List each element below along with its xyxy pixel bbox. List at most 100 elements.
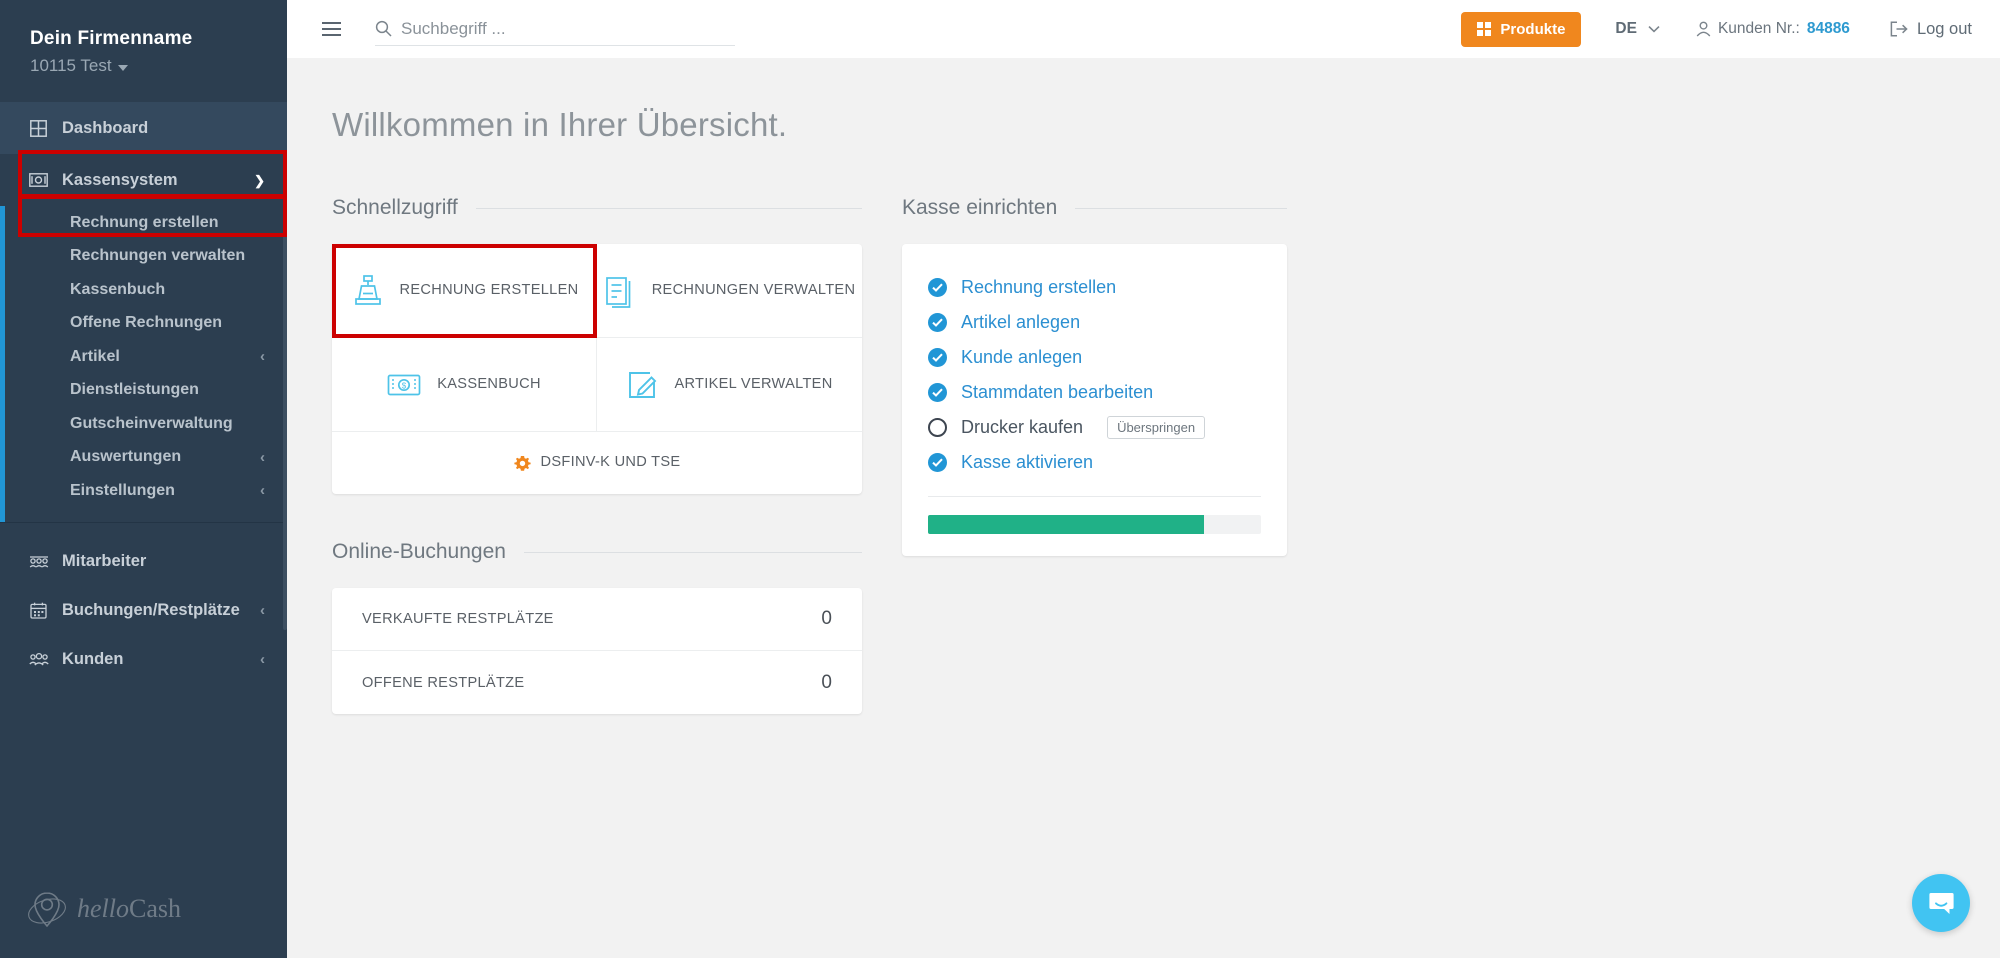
customer-number-value: 84886 [1806,20,1850,37]
hamburger-icon[interactable] [309,9,353,49]
gear-icon [513,455,531,471]
online-bookings-card: Verkaufte Restplätze 0 Offene Restplätze… [332,588,862,714]
sidebar-item-auswertungen[interactable]: Auswertungen ‹ [0,441,287,475]
setup-item-drucker-kaufen[interactable]: Drucker kaufen Überspringen [928,410,1261,445]
quick-access-title: Schnellzugriff [332,196,458,219]
skip-button[interactable]: Überspringen [1107,416,1206,439]
sidebar-item-kassensystem-label: Kassensystem [62,170,178,189]
chevron-down-icon [1648,26,1660,33]
language-selector[interactable]: DE [1615,20,1660,38]
sidebar-subitem-label: Rechnung erstellen [70,213,219,231]
right-column: Kasse einrichten Rechnung erstellen Arti… [902,196,1287,714]
setup-item-kasse-aktivieren[interactable]: Kasse aktivieren [928,445,1261,480]
content-area: Schnellzugriff RECHNUNG ERSTELLEN RECHNU… [287,144,2000,714]
sidebar-item-dashboard-label: Dashboard [62,118,149,137]
sidebar-subitem-label: Kassenbuch [70,280,166,298]
chat-widget-button[interactable] [1912,874,1970,932]
stat-label: Offene Restplätze [362,674,525,691]
calendar-icon [28,600,49,621]
tile-dsfinvk-tse[interactable]: DSFINV-K und TSE [332,432,862,494]
chevron-left-icon: ‹ [260,601,265,619]
setup-item-rechnung-erstellen[interactable]: Rechnung erstellen [928,270,1261,305]
stat-row-offene-restplaetze: Offene Restplätze 0 [332,651,862,714]
sidebar-item-offene-rechnungen[interactable]: Offene Rechnungen [0,307,287,341]
logo-text: helloCash [77,894,181,924]
cash-register-icon [354,274,381,305]
location-pin-logo [28,892,66,928]
check-icon [928,383,947,402]
edit-document-icon [629,371,657,398]
produkte-button[interactable]: Produkte [1460,11,1582,47]
logout-icon [1890,21,1908,37]
tile-artikel-verwalten[interactable]: Artikel verwalten [597,338,862,432]
user-icon [1696,21,1711,37]
logout-label: Log out [1916,19,1972,38]
check-icon [928,313,947,332]
sidebar-subitem-label: Auswertungen [70,448,182,466]
setup-progress-bar [928,515,1261,534]
tile-rechnungen-verwalten[interactable]: Rechnungen verwalten [597,244,862,338]
setup-item-label[interactable]: Rechnung erstellen [961,277,1116,298]
setup-item-label[interactable]: Kunde anlegen [961,347,1082,368]
sidebar-item-gutscheinverwaltung[interactable]: Gutscheinverwaltung [0,407,287,441]
topbar-right: Produkte DE Kunden Nr.: 84886 Log out [1460,11,1972,47]
sidebar-item-kassenbuch[interactable]: Kassenbuch [0,273,287,307]
company-name: Dein Firmenname [30,28,193,49]
divider [928,496,1261,497]
sidebar-nav: Dashboard Kassensystem ❯ Rechnung erstel… [0,102,287,684]
cash-note-icon [28,170,49,191]
stat-label: Verkaufte Restplätze [362,611,554,627]
tile-label: Artikel verwalten [674,375,833,392]
search-field[interactable]: Suchbegriff ... [375,12,735,46]
sidebar-item-rechnung-erstellen[interactable]: Rechnung erstellen [0,206,287,240]
logo-text-hello: hello [77,894,129,923]
chevron-left-icon: ‹ [260,448,265,466]
setup-item-label[interactable]: Kasse aktivieren [961,452,1093,473]
sidebar-group-kassensystem: Kassensystem ❯ Rechnung erstellen Rechnu… [0,154,287,522]
divider [1075,207,1287,209]
setup-item-stammdaten-bearbeiten[interactable]: Stammdaten bearbeiten [928,375,1261,410]
sidebar-item-buchungen-label: Buchungen/Restplätze [62,600,240,619]
banknote-icon: $ [387,374,421,395]
setup-item-label[interactable]: Drucker kaufen [961,417,1083,438]
chevron-left-icon: ‹ [260,650,265,668]
sidebar-item-artikel[interactable]: Artikel ‹ [0,340,287,374]
sidebar-item-rechnungen-verwalten[interactable]: Rechnungen verwalten [0,240,287,274]
logout-button[interactable]: Log out [1890,20,1972,39]
setup-item-artikel-anlegen[interactable]: Artikel anlegen [928,305,1261,340]
divider [475,207,862,209]
sidebar-brand[interactable]: Dein Firmenname 10115 Test [0,0,287,102]
sidebar-item-einstellungen[interactable]: Einstellungen ‹ [0,474,287,508]
company-location-label: 10115 Test [30,56,112,75]
tile-rechnung-erstellen[interactable]: Rechnung erstellen [332,244,597,338]
chat-bubble-icon [1928,892,1954,914]
customer-number[interactable]: Kunden Nr.: 84886 [1696,20,1850,38]
sidebar-subitem-label: Artikel [70,347,120,365]
chevron-down-icon: ❯ [254,172,265,188]
online-bookings-header: Online-Buchungen [332,540,862,564]
online-bookings-title: Online-Buchungen [332,540,506,563]
sidebar-item-mitarbeiter[interactable]: Mitarbeiter [0,537,287,586]
sidebar-item-buchungen-restplaetze[interactable]: Buchungen/Restplätze ‹ [0,586,287,635]
sidebar-subitem-label: Einstellungen [70,481,175,499]
stat-row-verkaufte-restplaetze: Verkaufte Restplätze 0 [332,588,862,651]
setup-item-kunde-anlegen[interactable]: Kunde anlegen [928,340,1261,375]
search-icon [375,20,392,37]
tile-kassenbuch[interactable]: $ Kassenbuch [332,338,597,432]
logo-text-cash: Cash [129,894,181,923]
sidebar-item-dienstleistungen[interactable]: Dienstleistungen [0,374,287,408]
unchecked-circle-icon [928,418,947,437]
setup-title: Kasse einrichten [902,196,1058,219]
sidebar-subitem-label: Gutscheinverwaltung [70,414,233,432]
sidebar-item-kassensystem[interactable]: Kassensystem ❯ [0,154,287,206]
setup-item-label[interactable]: Artikel anlegen [961,312,1080,333]
search-input[interactable]: Suchbegriff ... [401,19,506,39]
setup-item-label[interactable]: Stammdaten bearbeiten [961,382,1153,403]
page-title: Willkommen in Ihrer Übersicht. [332,106,788,143]
company-location[interactable]: 10115 Test [30,56,287,76]
active-accent-bar [0,154,5,522]
sidebar-item-kunden[interactable]: Kunden ‹ [0,635,287,684]
documents-icon [605,276,631,308]
sidebar-item-dashboard[interactable]: Dashboard [0,102,287,154]
employees-icon [28,551,49,572]
